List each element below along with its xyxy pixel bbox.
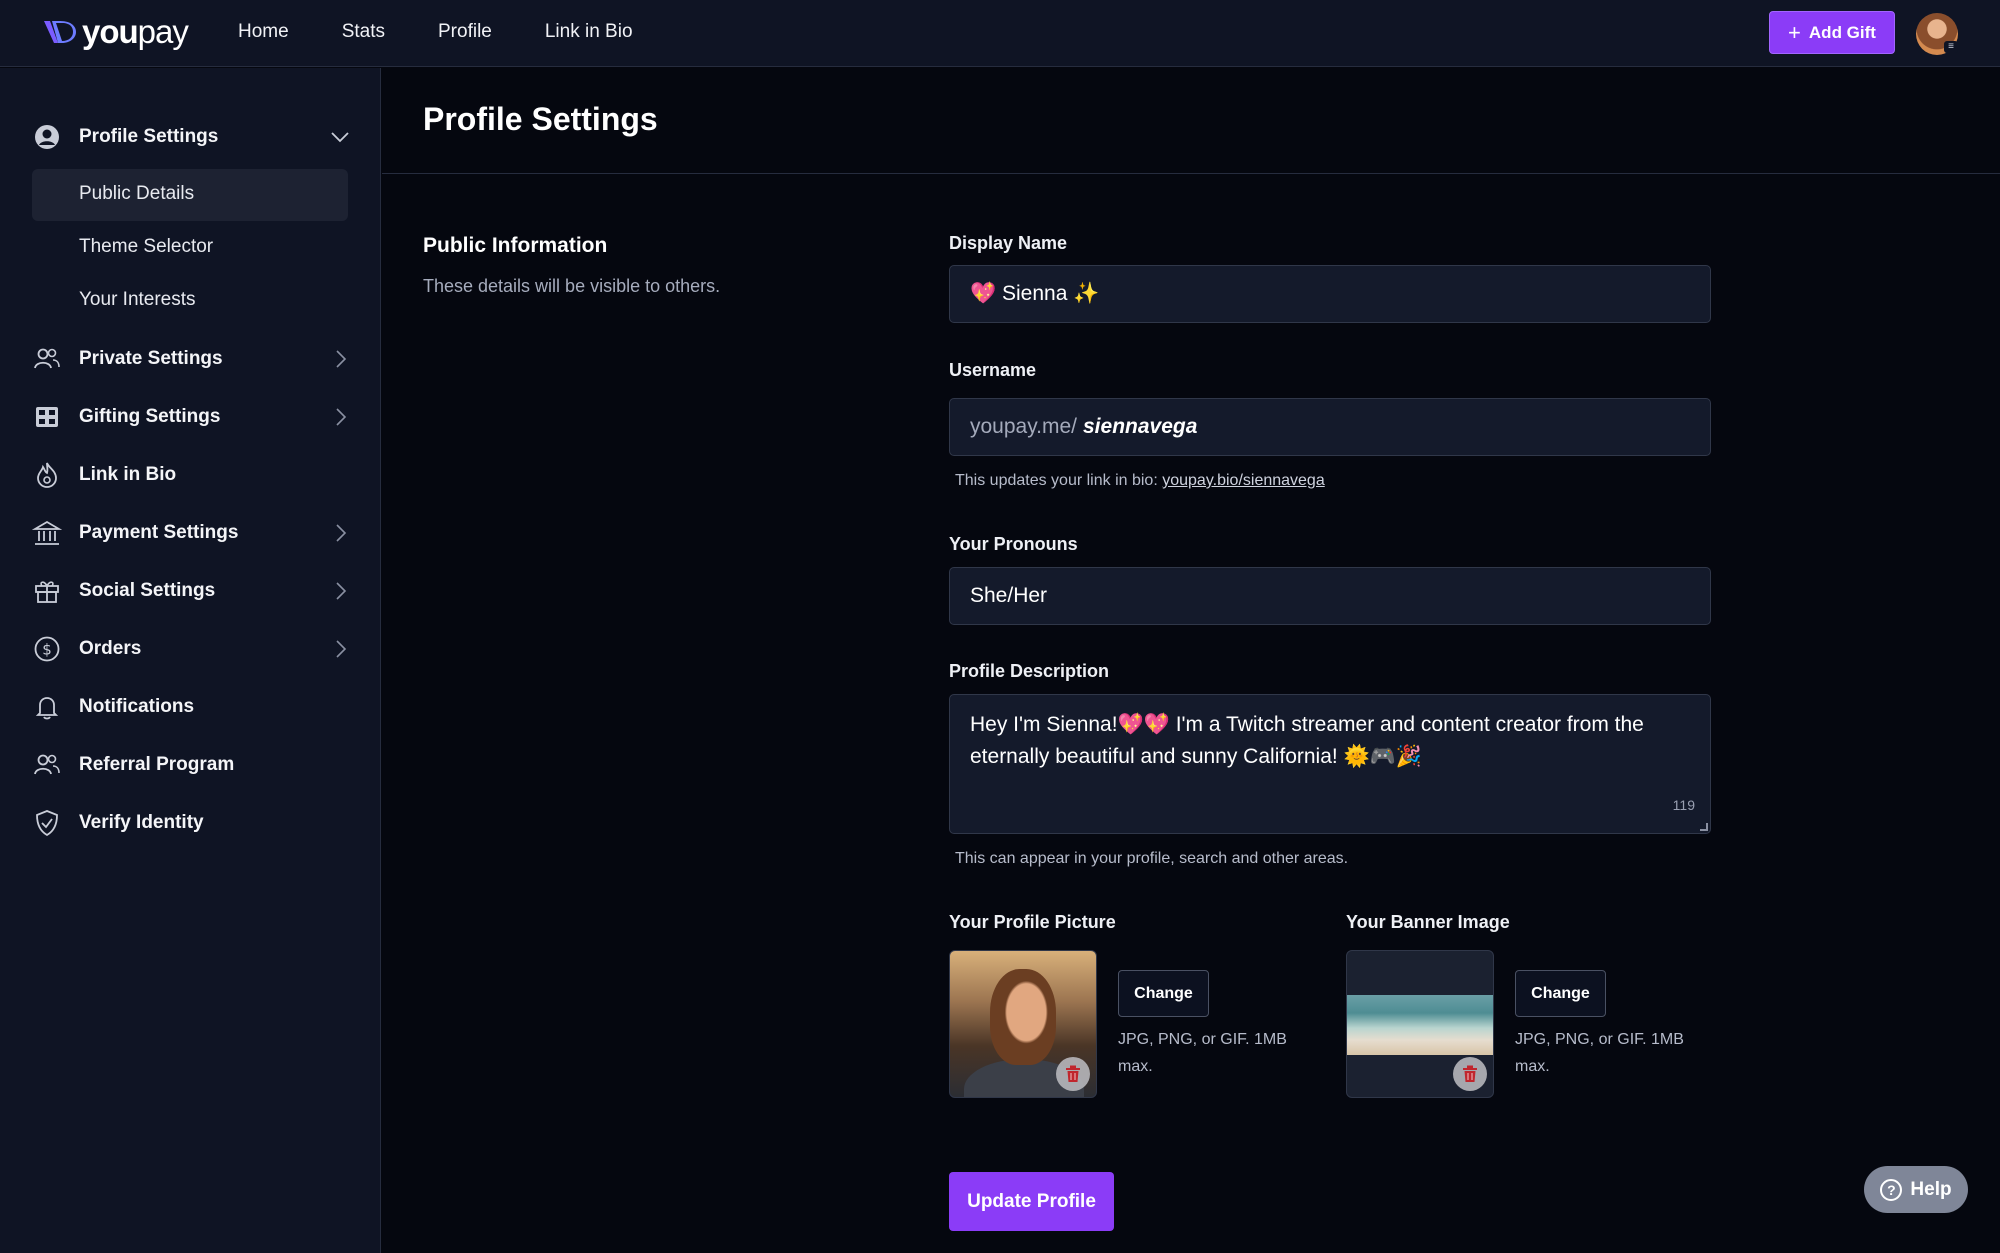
- sidebar-subitem-your-interests[interactable]: Your Interests: [32, 275, 348, 327]
- delete-profile-picture-button[interactable]: [1056, 1057, 1090, 1091]
- gift-grid-icon: [36, 407, 58, 427]
- add-gift-label: Add Gift: [1808, 22, 1876, 42]
- banner-beach-image: [1347, 995, 1493, 1055]
- section-description: These details will be visible to others.: [423, 276, 721, 296]
- nav-profile[interactable]: Profile: [438, 20, 492, 44]
- flame-icon: [37, 462, 57, 488]
- user-circle-icon: [35, 125, 59, 149]
- plus-icon: +: [1788, 19, 1801, 45]
- banner-image-format-note: JPG, PNG, or GIF. 1MB max.: [1515, 1031, 1684, 1075]
- youpay-logo[interactable]: youpay: [42, 13, 189, 50]
- resize-handle-icon[interactable]: [1700, 823, 1708, 831]
- sidebar-item-label: Payment Settings: [79, 522, 239, 543]
- display-name-label: Display Name: [949, 233, 1068, 253]
- sidebar-item-profile-settings[interactable]: Profile Settings: [32, 117, 352, 157]
- delete-banner-image-button[interactable]: [1453, 1057, 1487, 1091]
- username-value[interactable]: siennavega: [1083, 415, 1197, 439]
- add-gift-button[interactable]: + Add Gift: [1769, 11, 1895, 54]
- sidebar-subitem-public-details[interactable]: Public Details: [32, 169, 348, 221]
- description-label: Profile Description: [949, 661, 1110, 681]
- banner-image-label: Your Banner Image: [1346, 912, 1510, 932]
- shield-check-icon: [36, 810, 58, 837]
- logo-text-bold: you: [82, 13, 139, 50]
- sidebar-item-notifications[interactable]: Notifications: [32, 687, 352, 727]
- change-profile-picture-button[interactable]: Change: [1118, 970, 1209, 1017]
- page-title: Profile Settings: [423, 101, 658, 137]
- display-name-field[interactable]: 💖 Sienna ✨: [949, 265, 1711, 323]
- sidebar-item-orders[interactable]: $ Orders: [32, 629, 352, 669]
- gift-box-icon: [35, 581, 59, 603]
- page-header: Profile Settings: [382, 68, 2000, 174]
- sidebar-subitem-label: Your Interests: [79, 289, 196, 310]
- sidebar-item-label: Social Settings: [79, 580, 216, 601]
- question-circle-icon: ?: [1880, 1178, 1903, 1201]
- dollar-circle-icon: $: [34, 636, 60, 662]
- description-textarea[interactable]: Hey I'm Sienna!💖💖 I'm a Twitch streamer …: [949, 694, 1711, 834]
- sidebar-item-social-settings[interactable]: Social Settings: [32, 571, 352, 611]
- bank-icon: [32, 520, 62, 545]
- username-label: Username: [949, 360, 1037, 380]
- chevron-right-icon: [336, 582, 347, 600]
- sidebar-item-referral-program[interactable]: Referral Program: [32, 745, 352, 785]
- pronouns-field[interactable]: She/Her: [949, 567, 1711, 625]
- username-helper-text: This updates your link in bio:: [955, 472, 1158, 489]
- help-button[interactable]: ? Help: [1864, 1166, 1968, 1213]
- chevron-right-icon: [336, 408, 347, 426]
- chevron-down-icon: [331, 132, 349, 143]
- settings-sidebar: Profile Settings Public Details Theme Se…: [0, 68, 381, 1253]
- logo-text-light: pay: [137, 13, 189, 50]
- sidebar-item-label: Link in Bio: [79, 464, 177, 485]
- main-nav: Home Stats Profile Link in Bio: [238, 20, 686, 44]
- sidebar-item-private-settings[interactable]: Private Settings: [32, 339, 352, 379]
- update-profile-button[interactable]: Update Profile: [949, 1172, 1114, 1231]
- username-prefix: youpay.me/: [970, 415, 1077, 438]
- nav-home[interactable]: Home: [238, 20, 289, 44]
- trash-icon: [1463, 1065, 1477, 1082]
- sidebar-item-verify-identity[interactable]: Verify Identity: [32, 803, 352, 843]
- nav-link-in-bio[interactable]: Link in Bio: [545, 20, 633, 44]
- sidebar-item-label: Gifting Settings: [79, 406, 221, 427]
- users-icon: [34, 348, 60, 369]
- profile-picture-label: Your Profile Picture: [949, 912, 1116, 932]
- description-text: Hey I'm Sienna!💖💖 I'm a Twitch streamer …: [970, 713, 1644, 768]
- help-label: Help: [1910, 1178, 1952, 1200]
- sidebar-subitem-label: Theme Selector: [79, 236, 214, 257]
- trash-icon: [1066, 1065, 1080, 1082]
- pronouns-label: Your Pronouns: [949, 534, 1078, 554]
- profile-photo-face: [990, 969, 1056, 1065]
- section-title: Public Information: [423, 234, 608, 257]
- profile-picture-thumbnail: [949, 950, 1097, 1098]
- username-field[interactable]: youpay.me/ siennavega: [949, 398, 1711, 456]
- sidebar-subitem-label: Public Details: [79, 183, 195, 204]
- sidebar-item-label: Referral Program: [79, 754, 235, 775]
- username-helper: This updates your link in bio: youpay.bi…: [955, 472, 1325, 490]
- nav-stats[interactable]: Stats: [342, 20, 385, 44]
- sidebar-item-gifting-settings[interactable]: Gifting Settings: [32, 397, 352, 437]
- profile-picture-format-note: JPG, PNG, or GIF. 1MB max.: [1118, 1031, 1287, 1075]
- sidebar-item-link-in-bio[interactable]: Link in Bio: [32, 455, 352, 495]
- banner-image-thumbnail: [1346, 950, 1494, 1098]
- character-count: 119: [1672, 797, 1695, 813]
- svg-text:$: $: [42, 641, 52, 659]
- sidebar-item-payment-settings[interactable]: Payment Settings: [32, 513, 352, 553]
- logo-mark-icon: [44, 21, 76, 43]
- top-navbar: youpay Home Stats Profile Link in Bio + …: [0, 0, 2000, 67]
- change-banner-image-button[interactable]: Change: [1515, 970, 1606, 1017]
- sidebar-item-label: Orders: [79, 638, 142, 659]
- description-helper: This can appear in your profile, search …: [955, 850, 1349, 867]
- sidebar-item-label: Profile Settings: [79, 126, 219, 147]
- menu-icon[interactable]: ≡: [1944, 41, 1958, 53]
- users-icon: [34, 754, 60, 775]
- sidebar-subitem-theme-selector[interactable]: Theme Selector: [32, 222, 348, 274]
- chevron-right-icon: [336, 350, 347, 368]
- link-in-bio-url[interactable]: youpay.bio/siennavega: [1162, 472, 1325, 489]
- sidebar-item-label: Private Settings: [79, 348, 223, 369]
- chevron-right-icon: [336, 640, 347, 658]
- sidebar-item-label: Verify Identity: [79, 812, 204, 833]
- bell-icon: [35, 697, 59, 720]
- sidebar-item-label: Notifications: [79, 696, 195, 717]
- chevron-right-icon: [336, 524, 347, 542]
